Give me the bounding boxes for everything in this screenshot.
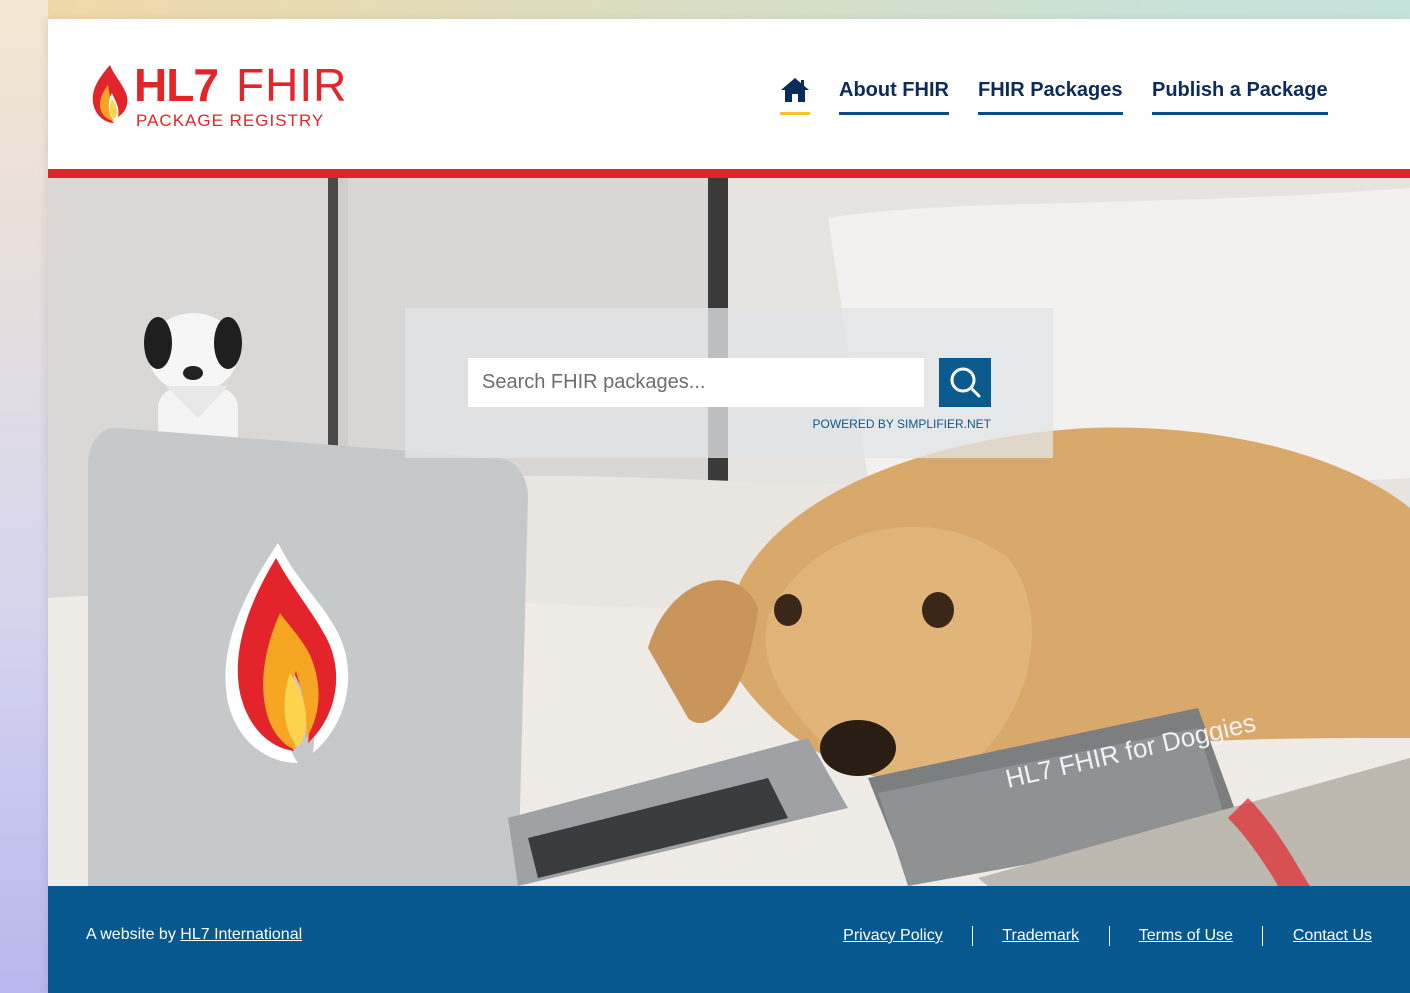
hero-photo: HL7 FHIR for Doggies [48,178,1410,886]
browser-page: HL7 FHIR PACKAGE REGISTRY About FHIR FHI… [48,19,1410,993]
background-gradient [0,0,48,993]
search-button[interactable] [939,358,991,407]
footer-links: Privacy Policy Trademark Terms of Use Co… [843,926,1372,946]
footer-separator [1108,926,1110,946]
hero-section: HL7 FHIR for Doggies POWERED BY SIMPLIFI… [48,178,1410,886]
nav-fhir-packages-label: FHIR Packages [978,79,1123,101]
search-input[interactable] [468,358,924,407]
flame-icon [92,65,128,123]
search-panel: POWERED BY SIMPLIFIER.NET [405,308,1053,458]
home-active-underline [780,112,810,115]
footer-link-trademark[interactable]: Trademark [1002,927,1079,944]
logo-fhir-text: FHIR [236,59,348,111]
site-header: HL7 FHIR PACKAGE REGISTRY About FHIR FHI… [48,19,1410,169]
nav-underline [839,112,949,115]
nav-underline [1152,112,1328,115]
footer-separator [1262,926,1264,946]
search-icon [950,367,981,398]
main-nav: About FHIR FHIR Packages Publish a Packa… [780,75,1328,123]
header-divider [48,169,1410,178]
footer-hl7-international-link[interactable]: HL7 International [180,926,302,943]
nav-home[interactable] [780,75,810,115]
nav-publish-package[interactable]: Publish a Package [1152,75,1328,115]
home-icon [781,78,809,102]
footer-link-contact-us[interactable]: Contact Us [1293,927,1372,944]
footer-link-privacy-policy[interactable]: Privacy Policy [843,927,943,944]
nav-publish-package-label: Publish a Package [1152,79,1328,101]
footer-separator [972,926,974,946]
nav-about-fhir-label: About FHIR [839,79,949,101]
nav-fhir-packages[interactable]: FHIR Packages [978,75,1123,115]
nav-underline [978,112,1123,115]
nav-about-fhir[interactable]: About FHIR [839,75,949,115]
hl7-fhir-logo[interactable]: HL7 FHIR PACKAGE REGISTRY [86,57,356,135]
powered-by-label: POWERED BY SIMPLIFIER.NET [812,417,991,431]
footer-link-terms-of-use[interactable]: Terms of Use [1139,927,1233,944]
footer-credit: A website by HL7 International [86,926,302,944]
site-footer: A website by HL7 International Privacy P… [48,886,1410,993]
logo-subtitle: PACKAGE REGISTRY [136,111,325,130]
logo-hl7-text: HL7 [134,59,219,111]
footer-credit-prefix: A website by [86,926,181,943]
